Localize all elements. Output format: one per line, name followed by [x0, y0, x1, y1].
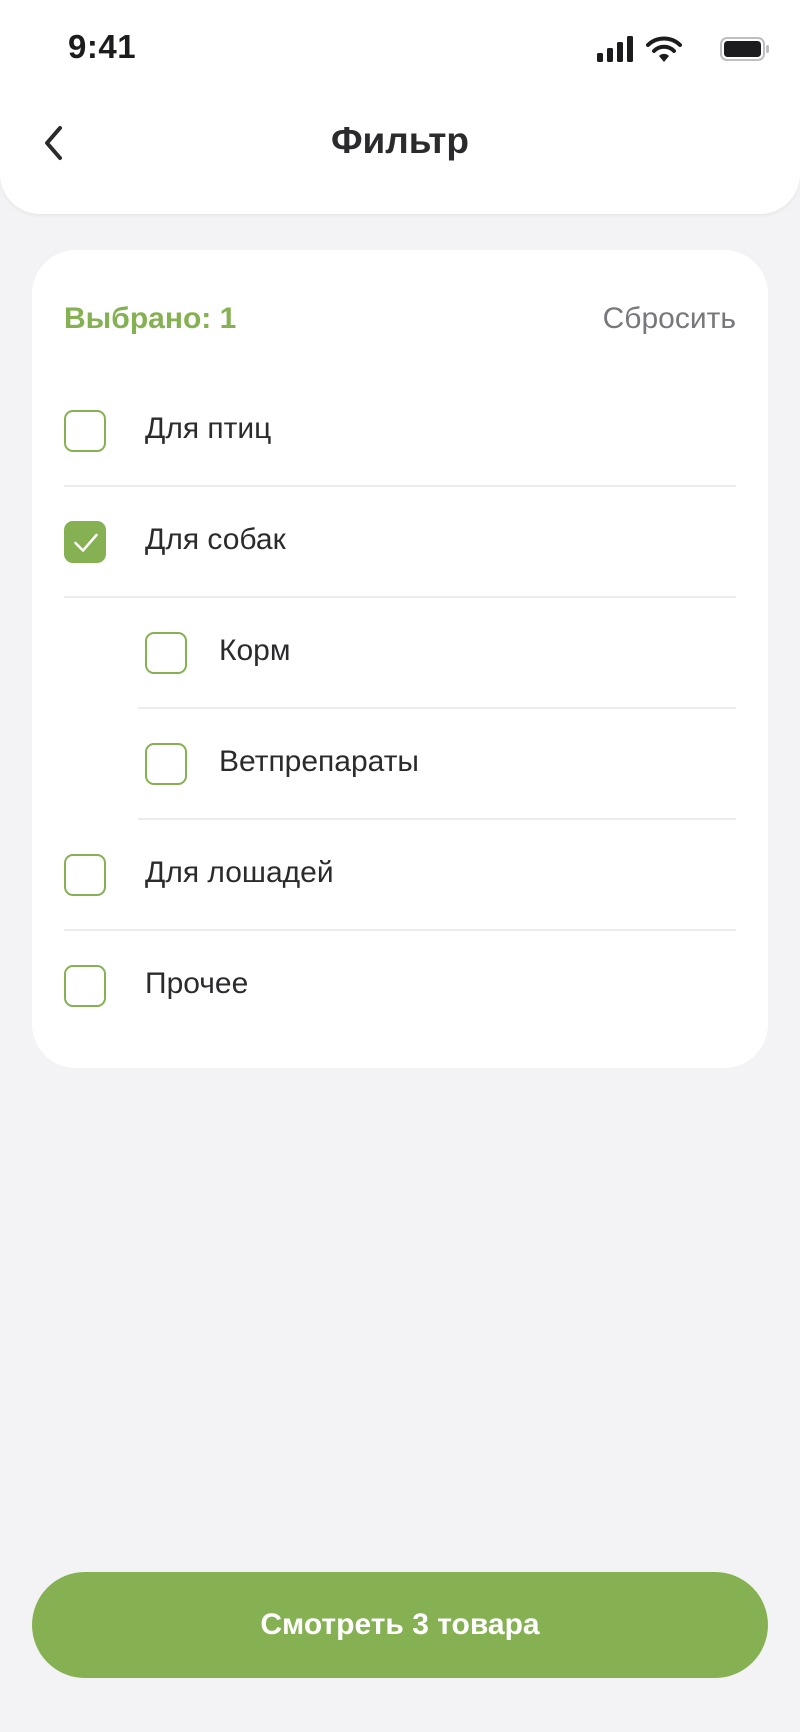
- filter-item-horses[interactable]: Для лошадей: [64, 820, 736, 931]
- wifi-icon: [646, 36, 682, 62]
- checkbox[interactable]: [64, 410, 106, 452]
- reset-button[interactable]: Сбросить: [603, 302, 736, 336]
- filter-item-label: Для лошадей: [145, 856, 334, 889]
- top-bar: 9:41 Фильтр: [0, 0, 800, 214]
- filter-item-label: Ветпрепараты: [219, 745, 419, 778]
- selected-count: Выбрано: 1: [64, 302, 237, 335]
- status-time: 9:41: [68, 28, 137, 65]
- checkbox[interactable]: [64, 965, 106, 1007]
- checkbox[interactable]: [64, 854, 106, 896]
- filter-card: Выбрано: 1 Сбросить Для птиц Для собак К…: [32, 250, 768, 1068]
- battery-icon: [720, 37, 769, 61]
- filter-item-other[interactable]: Прочее: [64, 931, 736, 1042]
- signal-icon: [597, 36, 633, 62]
- filter-item-label: Прочее: [145, 967, 249, 1000]
- page-title: Фильтр: [330, 120, 470, 161]
- filter-item-label: Корм: [219, 634, 291, 667]
- show-products-button[interactable]: Смотреть 3 товара: [32, 1572, 768, 1678]
- checkbox-checked[interactable]: [64, 521, 106, 563]
- checkbox[interactable]: [145, 743, 187, 785]
- filter-item-label: Для собак: [145, 523, 286, 556]
- filter-item-dogs[interactable]: Для собак: [64, 487, 736, 598]
- checkmark-icon: [74, 533, 98, 552]
- filter-subitem-vet-drugs[interactable]: Ветпрепараты: [138, 709, 736, 820]
- filter-item-label: Для птиц: [145, 412, 272, 445]
- filter-subitem-food[interactable]: Корм: [138, 598, 736, 709]
- checkbox[interactable]: [145, 632, 187, 674]
- filter-item-birds[interactable]: Для птиц: [64, 376, 736, 487]
